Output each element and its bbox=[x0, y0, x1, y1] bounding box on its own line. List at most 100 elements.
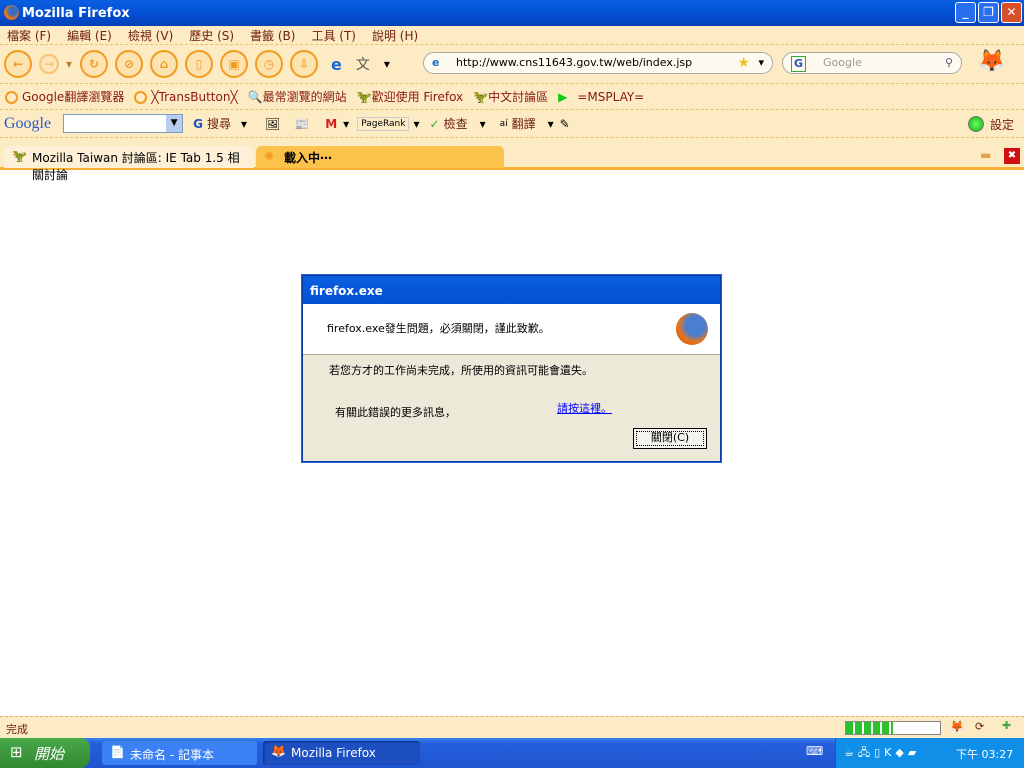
progress-bar bbox=[845, 721, 941, 735]
update-icon[interactable]: ⟳ bbox=[975, 720, 984, 733]
taskbar-notepad[interactable]: 📄 未命名 - 記事本 bbox=[102, 741, 257, 765]
tab-label: 載入中⋯ bbox=[284, 151, 333, 165]
google-logo: Google bbox=[4, 114, 52, 132]
bookmark-item[interactable]: ╳TransButton╳ bbox=[134, 90, 238, 104]
settings-button[interactable]: 設定 bbox=[990, 116, 1014, 133]
ie-tab-icon[interactable]: e bbox=[331, 55, 342, 74]
screenshot-button[interactable]: ▣ bbox=[220, 50, 249, 78]
image-icon[interactable]: 🖼 bbox=[265, 117, 280, 131]
title-bar: Mozilla Firefox _ ❐ ✕ bbox=[0, 0, 1024, 26]
tab-bar: 🦖 Mozilla Taiwan 討論區: IE Tab 1.5 相關討論 ✺ 載入… bbox=[0, 144, 1024, 182]
tab-list-icon[interactable]: ▬ bbox=[980, 148, 991, 162]
google-g-icon: G bbox=[193, 116, 203, 131]
address-bar[interactable]: e http://www.cns11643.gov.tw/web/index.j… bbox=[423, 52, 773, 74]
taskbar-firefox[interactable]: 🦊 Mozilla Firefox bbox=[263, 741, 420, 765]
google-search-button[interactable]: 搜尋 bbox=[207, 115, 231, 132]
menu-help[interactable]: 說明 (H) bbox=[372, 27, 418, 44]
gmail-icon[interactable]: M bbox=[325, 117, 337, 131]
ie-page-icon: e bbox=[432, 56, 440, 69]
tray-icons[interactable]: ☕🖧▯K◆▰ bbox=[844, 744, 920, 763]
system-tray: ☕🖧▯K◆▰ 下午 03:27 bbox=[835, 738, 1024, 768]
browser-chrome: 檔案 (F) 編輯 (E) 檢視 (V) 歷史 (S) 書籤 (B) 工具 (T… bbox=[0, 26, 1024, 182]
status-bar: 完成 🦊 ⟳ ✚ bbox=[0, 716, 1024, 738]
google-engine-icon[interactable]: G bbox=[791, 56, 807, 72]
search-icon[interactable]: ⚲ bbox=[945, 53, 953, 73]
menu-file[interactable]: 檔案 (F) bbox=[7, 27, 51, 44]
menu-tools[interactable]: 工具 (T) bbox=[311, 27, 356, 44]
tab-favicon: 🦖 bbox=[12, 149, 27, 163]
translate-char-icon[interactable]: 文 bbox=[356, 54, 370, 74]
status-text: 完成 bbox=[6, 723, 28, 736]
click-here-link[interactable]: 請按這裡。 bbox=[557, 400, 612, 416]
pagerank-dropdown-icon[interactable]: ▾ bbox=[413, 117, 419, 131]
restore-button[interactable]: ❐ bbox=[978, 2, 999, 23]
history-button[interactable]: ◷ bbox=[255, 50, 284, 78]
firefox-icon bbox=[4, 5, 19, 20]
bookmark-item[interactable]: ▶ =MSPLAY= bbox=[558, 90, 644, 104]
dialog-more-info: 有關此錯誤的更多訊息， bbox=[335, 406, 456, 419]
bookmark-item[interactable]: Google翻譯瀏覽器 bbox=[5, 88, 124, 105]
translate-dropdown-icon[interactable]: ▾ bbox=[548, 117, 554, 131]
addon-icon[interactable]: ✚ bbox=[1002, 719, 1011, 732]
bookmark-item[interactable]: 🦖歡迎使用 Firefox bbox=[357, 88, 463, 105]
google-search-input[interactable]: ▼ bbox=[63, 114, 184, 133]
clock: 下午 03:27 bbox=[956, 748, 1014, 761]
bookmark-item[interactable]: 🔍最常瀏覽的網站 bbox=[248, 88, 347, 105]
forward-dropdown-icon[interactable]: ▾ bbox=[66, 57, 72, 71]
minimize-button[interactable]: _ bbox=[955, 2, 976, 23]
tab-loading[interactable]: ✺ 載入中⋯ bbox=[256, 146, 504, 168]
navigation-toolbar: ← → ▾ ↻ ⊘ ⌂ ▯ ▣ ◷ ⇩ e 文 ▾ e http://www.c… bbox=[0, 45, 1024, 84]
dialog-message: firefox.exe發生問題，必須關閉，謹此致歉。 bbox=[327, 322, 550, 335]
tab-mozilla-taiwan[interactable]: 🦖 Mozilla Taiwan 討論區: IE Tab 1.5 相關討論 bbox=[4, 146, 254, 182]
reload-button[interactable]: ↻ bbox=[80, 50, 109, 78]
download-button[interactable]: ⇩ bbox=[290, 50, 319, 78]
url-text: http://www.cns11643.gov.tw/web/index.jsp bbox=[456, 56, 693, 69]
menu-history[interactable]: 歷史 (S) bbox=[189, 27, 234, 44]
close-window-button[interactable]: ✕ bbox=[1001, 2, 1022, 23]
dialog-info: 若您方才的工作尚未完成，所使用的資訊可能會遺失。 bbox=[329, 364, 593, 377]
close-tab-button[interactable]: ✖ bbox=[1004, 148, 1020, 164]
forward-button[interactable]: → bbox=[39, 54, 59, 74]
gmail-dropdown-icon[interactable]: ▾ bbox=[343, 117, 349, 131]
play-icon: ▶ bbox=[558, 89, 568, 104]
eraser-icon[interactable]: ✎ bbox=[560, 117, 570, 131]
dialog-title: firefox.exe bbox=[303, 276, 720, 304]
menu-view[interactable]: 檢視 (V) bbox=[128, 27, 173, 44]
pagerank-indicator[interactable]: PageRank bbox=[357, 116, 410, 131]
stop-button[interactable]: ⊘ bbox=[115, 50, 144, 78]
windows-logo-icon: ⊞ bbox=[10, 743, 23, 761]
close-button[interactable]: 關閉(C) bbox=[633, 428, 707, 449]
status-green-icon bbox=[968, 116, 984, 132]
search-dropdown-icon[interactable]: ▾ bbox=[241, 117, 247, 131]
firefox-logo-icon bbox=[676, 313, 708, 345]
progress-fill bbox=[846, 722, 893, 734]
fox-mascot-icon: 🦊 bbox=[978, 49, 1006, 74]
dropdown-icon[interactable]: ▾ bbox=[384, 57, 390, 71]
bookmarks-button[interactable]: ▯ bbox=[185, 50, 214, 78]
firefox-status-icon[interactable]: 🦊 bbox=[950, 720, 964, 733]
window-title: Mozilla Firefox bbox=[22, 5, 130, 21]
tab-label: Mozilla Taiwan 討論區: IE Tab 1.5 相關討論 bbox=[32, 151, 240, 182]
url-dropdown-icon[interactable]: ▾ bbox=[758, 53, 764, 73]
keyboard-icon[interactable]: ⌨ bbox=[806, 744, 823, 758]
bookmark-star-icon[interactable]: ★ bbox=[737, 53, 750, 73]
search-placeholder: Google bbox=[823, 56, 862, 69]
notepad-icon: 📄 bbox=[110, 745, 125, 759]
menu-bookmarks[interactable]: 書籤 (B) bbox=[250, 27, 295, 44]
home-button[interactable]: ⌂ bbox=[150, 50, 179, 78]
dialog-header: firefox.exe發生問題，必須關閉，謹此致歉。 bbox=[303, 304, 720, 355]
bookmark-item[interactable]: 🦖中文討論區 bbox=[473, 88, 548, 105]
menu-bar: 檔案 (F) 編輯 (E) 檢視 (V) 歷史 (S) 書籤 (B) 工具 (T… bbox=[0, 26, 1024, 45]
start-button[interactable]: ⊞ 開始 bbox=[0, 738, 90, 768]
check-dropdown-icon[interactable]: ▾ bbox=[480, 117, 486, 131]
news-icon[interactable]: 📰 bbox=[294, 117, 309, 131]
taskbar: ⊞ 開始 📄 未命名 - 記事本 🦊 Mozilla Firefox ⌨ ☕🖧▯K◆▰… bbox=[0, 738, 1024, 768]
translate-button[interactable]: 翻譯 bbox=[512, 115, 536, 132]
menu-edit[interactable]: 編輯 (E) bbox=[67, 27, 112, 44]
google-toolbar: Google ▼ G 搜尋 ▾ 🖼 📰 M ▾ PageRank ▾ ✓ 檢查 … bbox=[0, 110, 1024, 138]
error-dialog: firefox.exe firefox.exe發生問題，必須關閉，謹此致歉。 若… bbox=[302, 275, 721, 462]
search-box[interactable]: G Google ⚲ bbox=[782, 52, 962, 74]
firefox-task-icon: 🦊 bbox=[271, 744, 286, 758]
back-button[interactable]: ← bbox=[4, 50, 32, 78]
spellcheck-button[interactable]: 檢查 bbox=[444, 115, 468, 132]
